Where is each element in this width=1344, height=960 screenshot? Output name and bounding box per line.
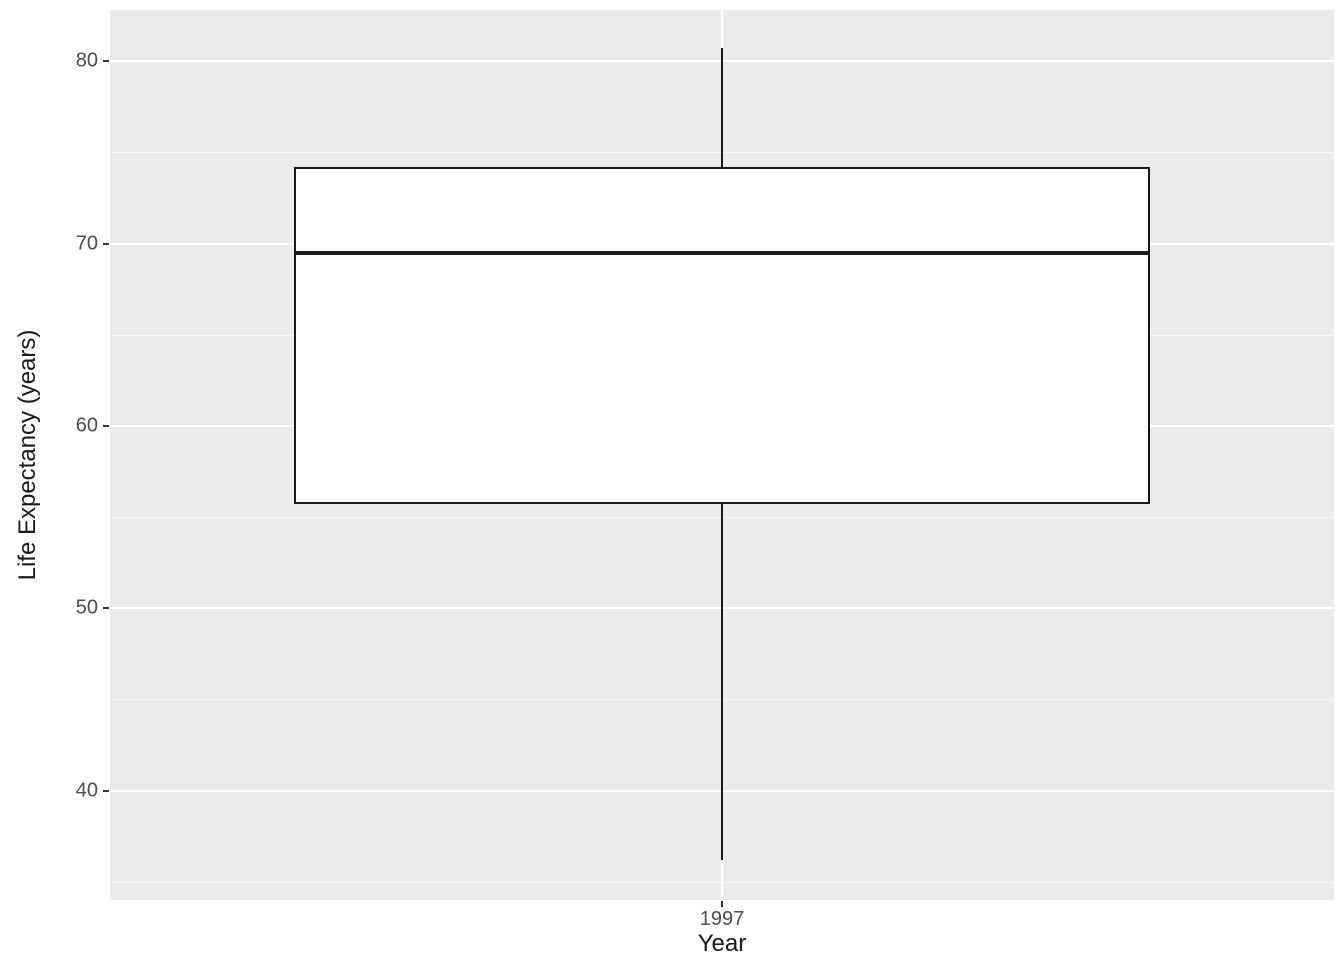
boxplot-median <box>294 251 1150 255</box>
x-axis-title: Year <box>698 930 747 958</box>
y-tick-label: 80 <box>60 50 98 73</box>
y-tick-mark <box>103 790 109 792</box>
y-tick-label: 60 <box>60 414 98 437</box>
boxplot-box <box>294 167 1150 504</box>
y-tick-mark <box>103 607 109 609</box>
y-axis-title: Life Expectancy (years) <box>14 330 42 581</box>
x-tick-mark <box>721 901 723 907</box>
boxplot-chart: 40 50 60 70 80 1997 Year Life Expectancy… <box>0 0 1344 960</box>
y-tick-label: 50 <box>60 597 98 620</box>
y-tick-mark <box>103 60 109 62</box>
y-tick-mark <box>103 425 109 427</box>
y-tick-label: 40 <box>60 779 98 802</box>
plot-panel <box>110 10 1334 900</box>
boxplot-whisker-lower <box>721 504 723 860</box>
boxplot-whisker-upper <box>721 48 723 167</box>
y-tick-mark <box>103 243 109 245</box>
y-tick-label: 70 <box>60 232 98 255</box>
x-tick-label: 1997 <box>700 908 745 931</box>
